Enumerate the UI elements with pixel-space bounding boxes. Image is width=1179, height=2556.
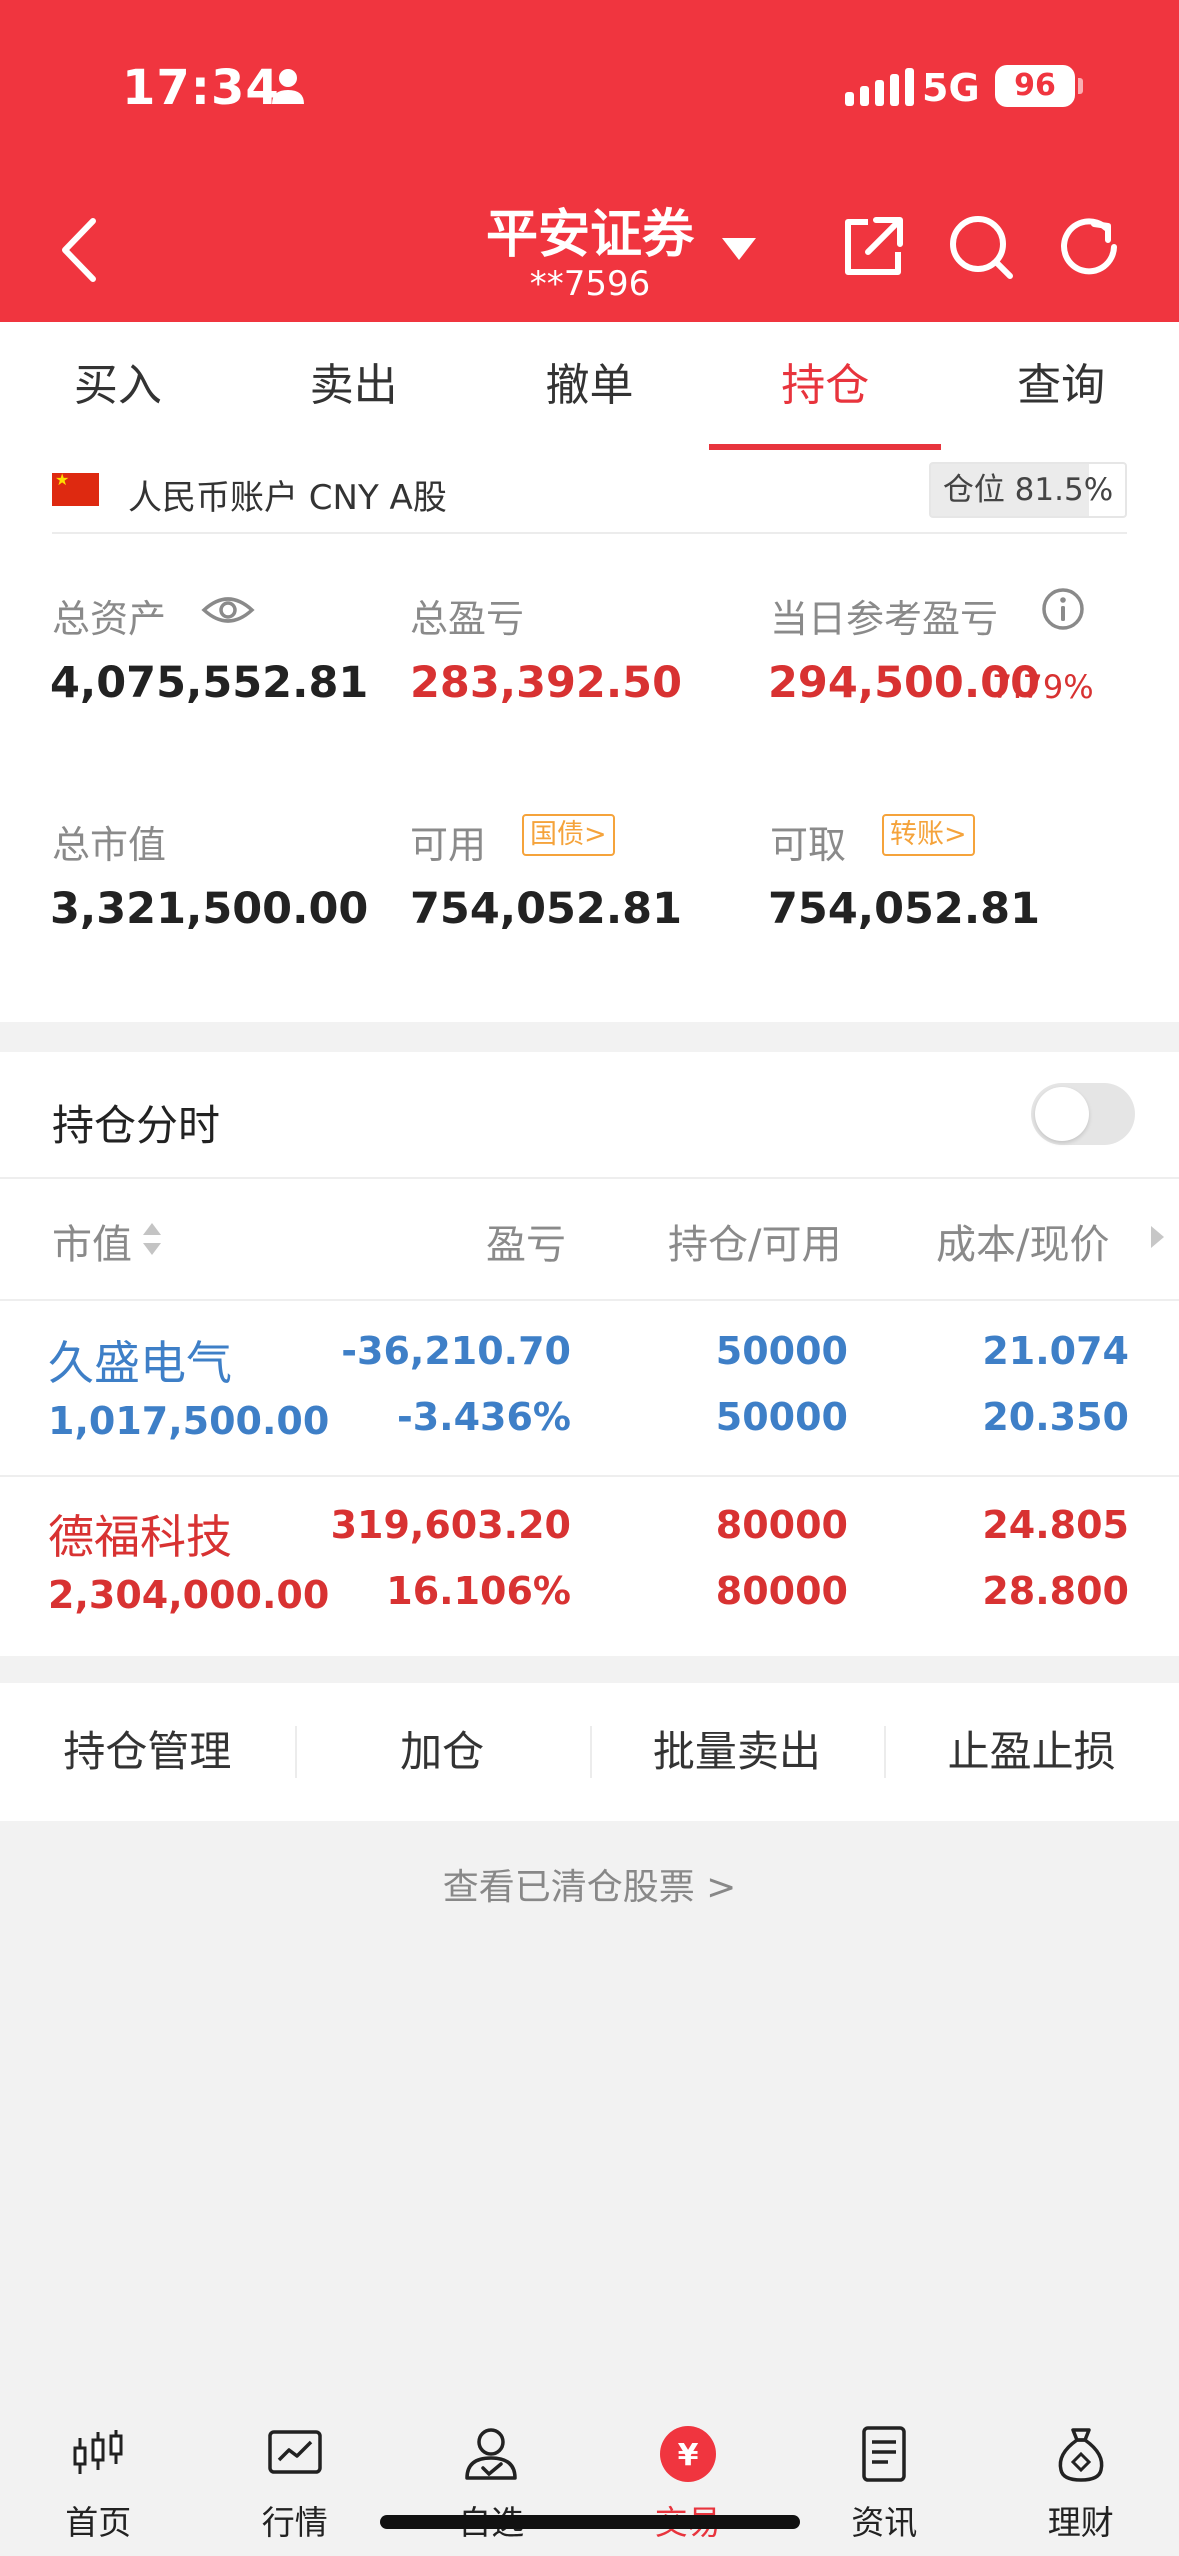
stock-pnl: 319,603.20 [330, 1503, 571, 1547]
info-icon[interactable] [1040, 586, 1086, 632]
account-type-label: 人民币账户 CNY A股 [128, 478, 447, 518]
stock-name: 德福科技 [48, 1510, 232, 1564]
eye-icon[interactable] [200, 590, 256, 630]
battery-icon: 96 [995, 65, 1075, 107]
stock-available: 50000 [715, 1395, 848, 1439]
holding-actions-bar: 持仓管理 加仓 批量卖出 止盈止损 [0, 1683, 1179, 1821]
tab-holdings[interactable]: 持仓 [707, 322, 943, 450]
money-bag-icon [1058, 2428, 1104, 2482]
withdrawable-value: 754,052.81 [768, 884, 1041, 934]
market-value-label: 总市值 [52, 823, 167, 867]
stock-cost: 21.074 [982, 1329, 1129, 1373]
intraday-toggle[interactable] [1031, 1083, 1135, 1145]
transfer-tag[interactable]: 转账> [882, 814, 975, 856]
column-position-available: 持仓/可用 [668, 1222, 842, 1268]
bottom-nav: 首页 行情 自选 ¥ 交易 资讯 [0, 2400, 1179, 2556]
position-ratio-badge: 仓位 81.5% [929, 462, 1127, 518]
treasury-bond-tag[interactable]: 国债> [522, 814, 615, 856]
column-pnl: 盈亏 [486, 1222, 566, 1268]
stock-cost: 24.805 [982, 1503, 1129, 1547]
holding-row[interactable]: 德福科技 2,304,000.00 319,603.20 16.106% 800… [0, 1477, 1179, 1651]
stock-price: 28.800 [982, 1569, 1129, 1613]
refresh-icon[interactable] [1054, 212, 1124, 282]
stock-pnl: -36,210.70 [341, 1329, 571, 1373]
stock-position: 80000 [715, 1503, 848, 1547]
tab-sell[interactable]: 卖出 [236, 322, 472, 450]
account-number: **7596 [529, 264, 651, 304]
holding-row[interactable]: 久盛电气 1,017,500.00 -36,210.70 -3.436% 500… [0, 1301, 1179, 1475]
candlestick-icon [73, 2430, 123, 2474]
nav-label: 行情 [261, 2503, 328, 2542]
share-icon[interactable] [838, 212, 908, 282]
nav-wealth[interactable]: 理财 [983, 2400, 1179, 2556]
batch-sell-button[interactable]: 批量卖出 [589, 1683, 885, 1821]
tab-buy[interactable]: 买入 [0, 322, 236, 450]
svg-text:¥: ¥ [677, 2438, 698, 2473]
nav-label: 理财 [1047, 2503, 1114, 2542]
signal-icon [845, 66, 914, 106]
total-assets-value: 4,075,552.81 [50, 658, 369, 708]
available-label: 可用 [410, 823, 487, 867]
broker-title[interactable]: 平安证券 [440, 192, 740, 267]
stock-position: 50000 [715, 1329, 848, 1373]
account-row[interactable]: 人民币账户 CNY A股 仓位 81.5% [52, 450, 1127, 534]
nav-label: 首页 [65, 2503, 132, 2542]
stock-name: 久盛电气 [48, 1336, 232, 1390]
available-value: 754,052.81 [410, 884, 683, 934]
watchlist-person-icon [465, 2428, 517, 2480]
add-position-button[interactable]: 加仓 [294, 1683, 590, 1821]
trade-tabs: 买入 卖出 撤单 持仓 查询 [0, 322, 1179, 450]
daily-pnl-percent: 7.79% [992, 668, 1094, 706]
holdings-intraday-title: 持仓分时 [52, 1101, 221, 1150]
market-chart-icon [268, 2430, 322, 2474]
nav-watchlist[interactable]: 自选 [393, 2400, 590, 2556]
stock-market-value: 1,017,500.00 [48, 1399, 330, 1443]
status-time: 17:34 [122, 60, 280, 116]
manage-holdings-button[interactable]: 持仓管理 [0, 1683, 295, 1821]
take-profit-stop-loss-button[interactable]: 止盈止损 [884, 1683, 1179, 1821]
holdings-card: 持仓分时 市值 盈亏 持仓/可用 成本/现价 久盛电气 1,017,500.00… [0, 1052, 1179, 1656]
stock-available: 80000 [715, 1569, 848, 1613]
account-summary: 人民币账户 CNY A股 仓位 81.5% 总资产 4,075,552.81 总… [0, 450, 1179, 1022]
stock-pnl-percent: -3.436% [396, 1395, 571, 1439]
nav-label: 资讯 [851, 2503, 918, 2542]
total-pnl-label: 总盈亏 [410, 597, 525, 641]
nav-market[interactable]: 行情 [197, 2400, 394, 2556]
nav-home[interactable]: 首页 [0, 2400, 197, 2556]
column-market-value[interactable]: 市值 [52, 1212, 132, 1270]
nav-news[interactable]: 资讯 [786, 2400, 983, 2556]
daily-pnl-label: 当日参考盈亏 [770, 597, 999, 641]
total-assets-label: 总资产 [52, 597, 167, 641]
tab-query[interactable]: 查询 [943, 322, 1179, 450]
sort-icon[interactable] [141, 1219, 163, 1259]
battery-tip [1078, 78, 1083, 94]
home-indicator[interactable] [380, 2515, 800, 2529]
market-value-value: 3,321,500.00 [50, 884, 369, 934]
nav-trade[interactable]: ¥ 交易 [590, 2400, 787, 2556]
stock-market-value: 2,304,000.00 [48, 1573, 330, 1617]
person-status-icon [272, 69, 304, 104]
app-header: 17:34 5G 96 平安证券 **7596 [0, 0, 1179, 322]
stock-price: 20.350 [982, 1395, 1129, 1439]
network-type: 5G [922, 66, 980, 110]
search-icon[interactable] [946, 212, 1016, 282]
view-cleared-stocks-link[interactable]: 查看已清仓股票 > [0, 1858, 1179, 1910]
china-flag-icon [52, 470, 99, 506]
total-pnl-value: 283,392.50 [410, 658, 683, 708]
column-cost-price: 成本/现价 [936, 1222, 1110, 1268]
stock-pnl-percent: 16.106% [386, 1569, 571, 1613]
more-columns-icon[interactable] [1151, 1226, 1164, 1248]
tab-cancel-order[interactable]: 撤单 [472, 322, 708, 450]
trade-yuan-icon: ¥ [659, 2426, 716, 2482]
withdrawable-label: 可取 [770, 823, 847, 867]
back-arrow-icon[interactable] [55, 215, 105, 285]
toggle-knob [1035, 1087, 1089, 1141]
news-document-icon [862, 2426, 906, 2482]
divider [0, 1177, 1179, 1179]
account-dropdown-icon[interactable] [722, 238, 756, 260]
